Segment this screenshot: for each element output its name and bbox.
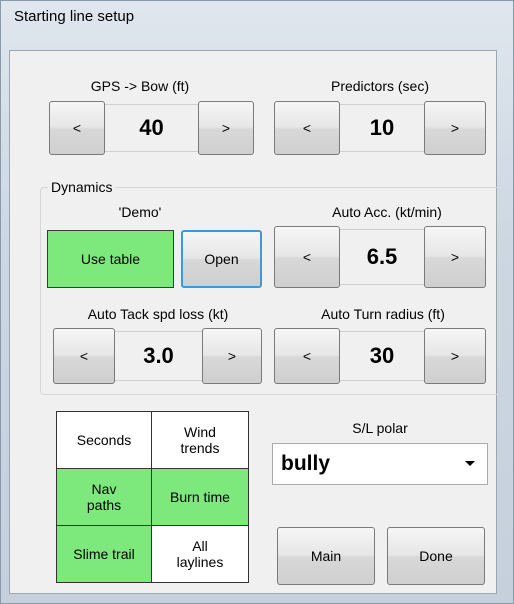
predictors-label: Predictors (sec) — [330, 78, 430, 94]
auto-acc-increase-button[interactable]: > — [424, 226, 486, 288]
gps-bow-value: 40 — [105, 104, 198, 152]
predictors-value: 10 — [340, 104, 424, 152]
auto-acc-decrease-button[interactable]: < — [274, 226, 340, 288]
window-title: Starting line setup — [14, 8, 135, 25]
sl-polar-select[interactable]: bully — [272, 443, 488, 485]
nav-paths-label: Nav paths — [86, 481, 122, 513]
auto-acc-value: 6.5 — [340, 229, 424, 285]
auto-tack-increase-button[interactable]: > — [202, 328, 262, 384]
dynamics-group-label: Dynamics — [48, 179, 116, 195]
burn-time-toggle[interactable]: Burn time — [151, 468, 249, 526]
chevron-down-icon — [465, 461, 475, 466]
predictors-increase-button[interactable]: > — [424, 101, 486, 155]
auto-turn-decrease-button[interactable]: < — [274, 328, 340, 384]
all-laylines-toggle[interactable]: All laylines — [151, 525, 249, 583]
gps-bow-decrease-button[interactable]: < — [49, 101, 105, 155]
auto-turn-label: Auto Turn radius (ft) — [321, 306, 445, 322]
wind-trends-label: Wind trends — [180, 424, 220, 456]
auto-turn-value: 30 — [340, 331, 424, 381]
predictors-decrease-button[interactable]: < — [274, 101, 340, 155]
auto-tack-value: 3.0 — [115, 331, 202, 381]
auto-turn-increase-button[interactable]: > — [424, 328, 486, 384]
use-table-button[interactable]: Use table — [47, 230, 174, 288]
table-name-label: 'Demo' — [118, 204, 162, 220]
main-button[interactable]: Main — [277, 527, 375, 585]
all-laylines-label: All laylines — [176, 538, 224, 570]
title-bar[interactable]: Starting line setup — [0, 0, 514, 30]
sl-polar-selected-value: bully — [281, 452, 331, 475]
gps-bow-label: GPS -> Bow (ft) — [90, 78, 190, 94]
nav-paths-toggle[interactable]: Nav paths — [56, 468, 152, 526]
gps-bow-increase-button[interactable]: > — [198, 101, 254, 155]
auto-tack-label: Auto Tack spd loss (kt) — [87, 306, 229, 322]
seconds-toggle[interactable]: Seconds — [56, 411, 152, 469]
open-button[interactable]: Open — [181, 230, 262, 288]
sl-polar-label: S/L polar — [352, 420, 408, 436]
slime-trail-toggle[interactable]: Slime trail — [56, 525, 152, 583]
auto-tack-decrease-button[interactable]: < — [53, 328, 115, 384]
done-button[interactable]: Done — [387, 527, 485, 585]
auto-acc-label: Auto Acc. (kt/min) — [332, 204, 442, 220]
wind-trends-toggle[interactable]: Wind trends — [151, 411, 249, 469]
